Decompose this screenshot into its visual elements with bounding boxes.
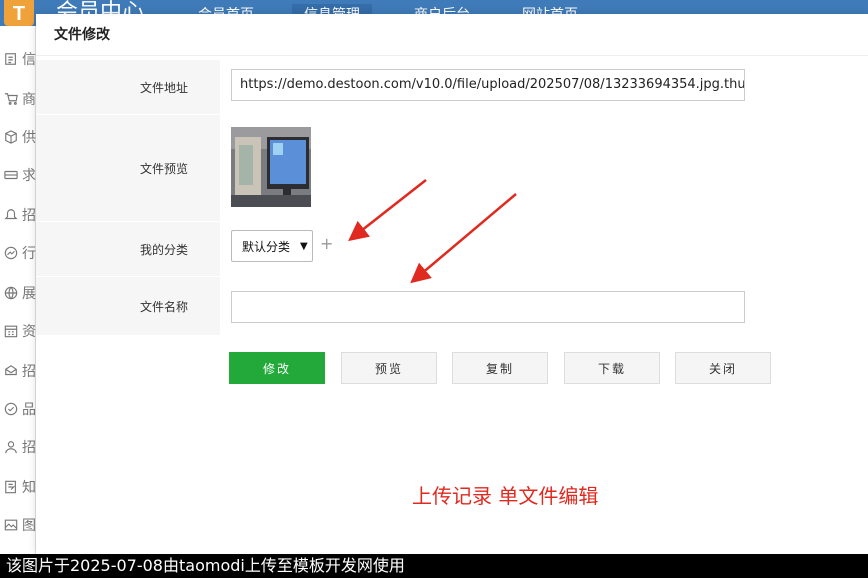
dialog-title: 文件修改 [36,14,868,56]
sidebar: 信 商 供 求 招 行 展 资 招 品 招 知 图 [0,26,36,554]
row-category: 我的分类 默认分类 ▼ + [36,222,868,276]
sidebar-item-label: 行 [22,246,36,262]
globe-icon [4,286,18,300]
sidebar-item-knowledge[interactable]: 知 [4,468,36,506]
sidebar-item-demand[interactable]: 求 [4,156,36,194]
sidebar-item-resource[interactable]: 资 [4,312,36,350]
sidebar-item-brand[interactable]: 品 [4,390,36,428]
row-file-preview: 文件预览 [36,115,868,221]
chevron-down-icon: ▼ [300,240,308,252]
sidebar-item-label: 品 [22,402,36,418]
sidebar-item-recruit[interactable]: 招 [4,196,36,234]
sidebar-item-market[interactable]: 行 [4,234,36,272]
sidebar-item-label: 商 [22,92,36,108]
sidebar-item-label: 供 [22,130,36,146]
edit-icon [5,53,16,65]
sidebar-item-invest[interactable]: 招 [4,352,36,390]
truck-icon [4,170,18,180]
sidebar-item-info[interactable]: 信 [4,40,36,78]
annotation-text: 上传记录 单文件编辑 [412,484,599,508]
download-button[interactable]: 下载 [564,352,660,384]
tag-icon [5,365,17,376]
row-file-name: 文件名称 [36,277,868,335]
sidebar-item-label: 求 [22,168,36,184]
sidebar-item-label: 知 [22,480,36,496]
file-preview-image [231,127,311,207]
category-select[interactable]: 默认分类 ▼ [231,230,313,262]
sidebar-item-label: 招 [22,208,36,224]
box-icon [5,130,17,144]
calendar-icon [4,325,18,338]
sidebar-item-label: 展 [22,286,36,302]
file-address-input[interactable]: https://demo.destoon.com/v10.0/file/uplo… [231,69,745,101]
file-name-label: 文件名称 [36,277,220,335]
file-name-input[interactable] [231,291,745,323]
file-edit-dialog: 文件修改 文件地址 https://demo.destoon.com/v10.0… [36,14,868,554]
sidebar-item-exhibit[interactable]: 展 [4,274,36,312]
watermark-footer: 该图片于2025-07-08由taomodi上传至模板开发网使用 [0,554,868,578]
sidebar-item-label: 招 [22,440,36,456]
file-preview-label: 文件预览 [36,115,220,221]
bell-icon [4,209,18,220]
sidebar-item-photo[interactable]: 图 [4,506,36,544]
category-selected-value: 默认分类 [242,239,291,254]
file-address-label: 文件地址 [36,60,220,114]
logo: T [4,0,34,26]
category-label: 我的分类 [36,222,220,276]
note-icon [5,480,16,494]
image-icon [4,519,18,531]
sidebar-item-job[interactable]: 招 [4,428,36,466]
cart-icon [4,93,18,105]
sidebar-item-supply[interactable]: 供 [4,118,36,156]
copy-button[interactable]: 复制 [452,352,548,384]
close-button[interactable]: 关闭 [675,352,771,384]
check-circle-icon [4,402,18,416]
sidebar-item-label: 招 [22,364,36,380]
add-category-icon[interactable]: + [320,236,333,252]
modify-button[interactable]: 修改 [229,352,325,384]
sidebar-item-shop[interactable]: 商 [4,80,36,118]
sidebar-item-label: 图 [22,518,36,534]
row-file-address: 文件地址 https://demo.destoon.com/v10.0/file… [36,60,868,114]
user-icon [5,441,17,454]
sidebar-item-label: 信 [22,52,36,68]
sidebar-item-label: 资 [22,324,36,340]
chart-icon [4,246,18,260]
preview-button[interactable]: 预览 [341,352,437,384]
